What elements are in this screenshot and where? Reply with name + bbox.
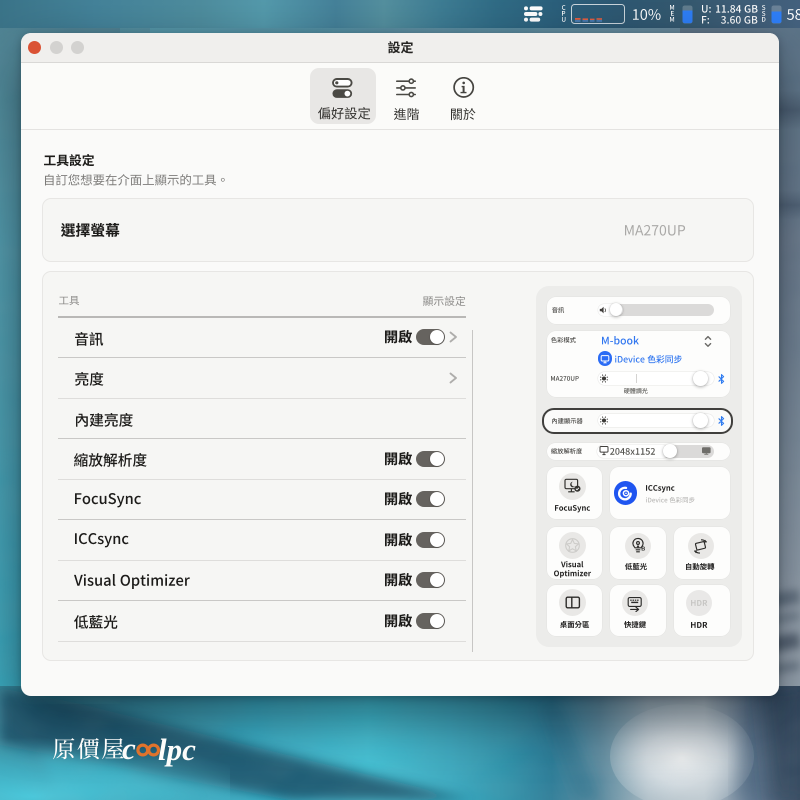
svg-text:B: B <box>641 546 645 552</box>
